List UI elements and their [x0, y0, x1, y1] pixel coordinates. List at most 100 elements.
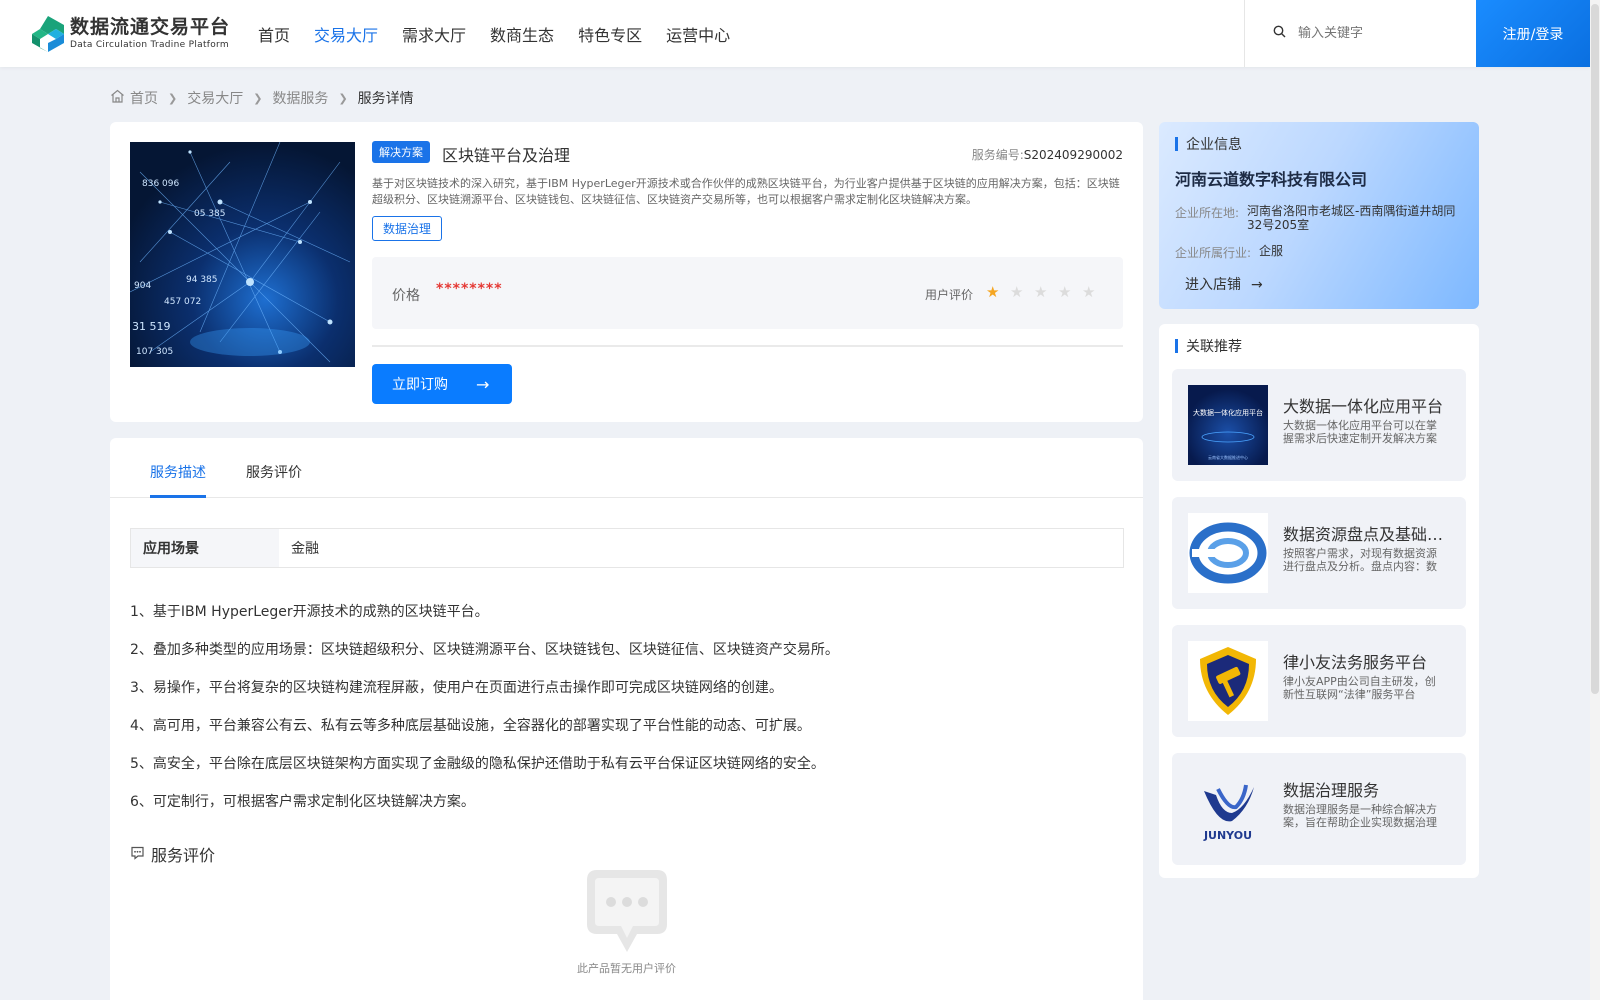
- list-item: 6、可定制行，可根据客户需求定制化区块链解决方案。: [130, 794, 475, 810]
- industry-value: 企服: [1259, 244, 1284, 258]
- related-image: [1188, 641, 1268, 721]
- breadcrumb: 首页 ❯ 交易大厅 ❯ 数据服务 ❯ 服务详情: [110, 88, 414, 108]
- image-number: 05 385: [194, 209, 226, 219]
- star-icon[interactable]: ★: [1034, 283, 1058, 301]
- nav-item-trading-hall[interactable]: 交易大厅: [314, 22, 378, 46]
- enter-store-link[interactable]: 进入店铺 →: [1185, 274, 1263, 294]
- search-icon[interactable]: [1273, 25, 1286, 42]
- nav-item-special-zone[interactable]: 特色专区: [578, 22, 642, 46]
- comment-icon: [130, 845, 145, 864]
- star-icon[interactable]: ★: [1082, 283, 1106, 301]
- tab-service-description[interactable]: 服务描述: [150, 462, 206, 482]
- related-section-title: 关联推荐: [1175, 336, 1242, 356]
- related-desc: 按照客户需求，对现有数据资源进行盘点及分析。盘点内容：数据资源: [1283, 547, 1437, 573]
- empty-review-text: 此产品暂无用户评价: [577, 962, 676, 975]
- breadcrumb-data-service[interactable]: 数据服务: [272, 88, 328, 108]
- top-header: 数据流通交易平台 Data Circulation Tradine Platfo…: [0, 0, 1590, 67]
- related-title: 数据治理服务: [1283, 781, 1380, 800]
- company-location-row: 企业所在地: 河南省洛阳市老城区-西南隅街道井胡同32号205室: [1175, 204, 1465, 232]
- search-box: [1244, 0, 1476, 67]
- order-now-label: 立即订购: [392, 377, 448, 393]
- detail-card: 服务描述 服务评价 应用场景 金融 1、基于IBM HyperLeger开源技术…: [110, 438, 1143, 1000]
- company-section-title: 企业信息: [1175, 134, 1242, 154]
- related-desc: 大数据一体化应用平台可以在掌握需求后快速定制开发解决方案: [1283, 419, 1437, 445]
- main-nav: 首页 交易大厅 需求大厅 数商生态 特色专区 运营中心: [258, 0, 754, 67]
- home-icon[interactable]: [110, 89, 125, 107]
- service-number: 服务编号:S202409290002: [971, 148, 1123, 162]
- search-input[interactable]: [1298, 26, 1468, 41]
- image-number: 31 519: [132, 320, 171, 333]
- related-item[interactable]: JUNYOU 数据治理服务 数据治理服务是一种综合解决方案，旨在帮助企业实现数据…: [1172, 753, 1466, 865]
- breadcrumb-trading-hall[interactable]: 交易大厅: [187, 88, 243, 108]
- location-value: 河南省洛阳市老城区-西南隅街道井胡同32号205室: [1247, 204, 1456, 232]
- related-item[interactable]: 数据资源盘点及基础治理服务 按照客户需求，对现有数据资源进行盘点及分析。盘点内容…: [1172, 497, 1466, 609]
- star-icon[interactable]: ★: [1058, 283, 1082, 301]
- register-login-button[interactable]: 注册/登录: [1476, 0, 1590, 67]
- image-number: 904: [134, 281, 151, 291]
- related-title: 律小友法务服务平台: [1283, 653, 1428, 672]
- scrollbar-thumb[interactable]: [1591, 4, 1599, 694]
- empty-comment-icon: [585, 868, 669, 954]
- star-icon[interactable]: ★: [986, 283, 1010, 301]
- nav-item-demand-hall[interactable]: 需求大厅: [402, 22, 466, 46]
- title-bar: [1175, 339, 1178, 353]
- nav-item-ecosystem[interactable]: 数商生态: [490, 22, 554, 46]
- related-image-text: JUNYOU: [1203, 829, 1252, 842]
- related-title: 数据资源盘点及基础治理服务: [1283, 525, 1455, 544]
- price-value: ********: [436, 281, 503, 297]
- image-number: 94 385: [186, 275, 218, 285]
- image-number: 107 305: [136, 347, 173, 357]
- star-icon[interactable]: ★: [1010, 283, 1034, 301]
- scene-key: 应用场景: [131, 529, 279, 567]
- product-chip[interactable]: 数据治理: [372, 216, 443, 241]
- related-image-subtext: 云南省大数据推进中心: [1208, 454, 1248, 460]
- related-item[interactable]: 律小友法务服务平台 律小友APP由公司自主研发，创新性互联网“法律”服务平台: [1172, 625, 1466, 737]
- logo-icon: [30, 14, 66, 54]
- arrow-right-icon: →: [1251, 277, 1263, 293]
- related-title: 大数据一体化应用平台: [1283, 397, 1444, 416]
- tab-underline: [150, 495, 206, 498]
- chevron-right-icon: ❯: [168, 91, 178, 105]
- related-image-text: 大数据一体化应用平台: [1193, 408, 1263, 417]
- divider: [372, 345, 1123, 347]
- related-image: JUNYOU: [1188, 769, 1268, 849]
- industry-label: 企业所属行业:: [1175, 246, 1252, 260]
- product-card: 836 096 904 94 385 457 072 31 519 107 30…: [110, 122, 1143, 422]
- rating-stars: ★ ★ ★ ★ ★: [986, 283, 1106, 301]
- order-now-button[interactable]: 立即订购 →: [372, 364, 512, 404]
- chevron-right-icon: ❯: [338, 91, 348, 105]
- related-desc: 数据治理服务是一种综合解决方案，旨在帮助企业实现数据治理: [1283, 803, 1437, 829]
- scene-table: 应用场景 金融: [130, 528, 1124, 568]
- scrollbar[interactable]: [1590, 0, 1600, 1000]
- related-item[interactable]: 大数据一体化应用平台 云南省大数据推进中心 大数据一体化应用平台 大数据一体化应…: [1172, 369, 1466, 481]
- tab-service-review[interactable]: 服务评价: [246, 462, 302, 482]
- nav-item-operations[interactable]: 运营中心: [666, 22, 730, 46]
- scene-value: 金融: [291, 541, 319, 557]
- related-image: 大数据一体化应用平台 云南省大数据推进中心: [1188, 385, 1268, 465]
- list-item: 1、基于IBM HyperLeger开源技术的成熟的区块链平台。: [130, 604, 489, 620]
- detail-tabs: 服务描述 服务评价: [110, 438, 1143, 498]
- image-number: 457 072: [164, 297, 201, 307]
- related-card: 关联推荐 大数据一体化应用平台 云南省大数据推进中心 大数据一体化应用平台 大数…: [1159, 324, 1479, 878]
- title-bar: [1175, 137, 1178, 151]
- company-card: 企业信息 河南云道数字科技有限公司 企业所在地: 河南省洛阳市老城区-西南隅街道…: [1159, 122, 1479, 309]
- review-section-title: 服务评价: [130, 842, 215, 866]
- logo-title: 数据流通交易平台: [70, 16, 231, 38]
- company-name[interactable]: 河南云道数字科技有限公司: [1175, 166, 1367, 190]
- nav-item-home[interactable]: 首页: [258, 22, 290, 46]
- image-number: 836 096: [142, 179, 179, 189]
- related-image: [1188, 513, 1268, 593]
- breadcrumb-home[interactable]: 首页: [130, 88, 158, 108]
- company-industry-row: 企业所属行业: 企服: [1175, 244, 1477, 261]
- feature-list: 1、基于IBM HyperLeger开源技术的成熟的区块链平台。 2、叠加多种类…: [130, 603, 839, 831]
- chevron-right-icon: ❯: [253, 91, 263, 105]
- rating-label: 用户评价: [925, 288, 974, 302]
- price-box: 价格 ******** 用户评价 ★ ★ ★ ★ ★: [372, 257, 1123, 329]
- list-item: 5、高安全，平台除在底层区块链架构方面实现了金融级的隐私保护还借助于私有云平台保…: [130, 756, 825, 772]
- site-logo[interactable]: 数据流通交易平台 Data Circulation Tradine Platfo…: [30, 14, 230, 54]
- logo-subtitle: Data Circulation Tradine Platform: [70, 40, 229, 50]
- list-item: 4、高可用，平台兼容公有云、私有云等多种底层基础设施，全容器化的部署实现了平台性…: [130, 718, 811, 734]
- related-desc: 律小友APP由公司自主研发，创新性互联网“法律”服务平台: [1283, 675, 1436, 701]
- list-item: 3、易操作，平台将复杂的区块链构建流程屏蔽，使用户在页面进行点击操作即可完成区块…: [130, 680, 783, 696]
- breadcrumb-current: 服务详情: [357, 91, 414, 107]
